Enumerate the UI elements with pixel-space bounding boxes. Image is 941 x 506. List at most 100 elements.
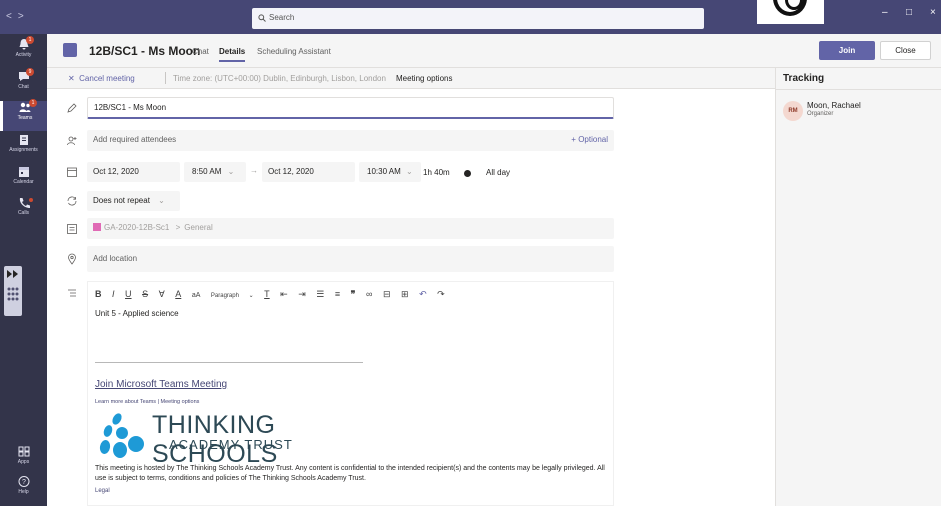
rail-item-chat[interactable]: 9 Chat (0, 68, 47, 100)
quote-icon[interactable]: ❞ (351, 289, 356, 300)
attendees-input[interactable]: Add required attendees + Optional (87, 130, 614, 151)
bullet-list-icon[interactable]: ☰ (316, 289, 324, 300)
font-size-icon[interactable]: aA (192, 292, 201, 299)
channel-select[interactable]: GA-2020-12B-Sc1 > General (87, 218, 614, 239)
italic-icon[interactable]: I (112, 289, 115, 299)
attendee-role: Organizer (807, 111, 834, 117)
arrow-right-icon: → (250, 166, 258, 175)
app-rail: 1 Activity 9 Chat 1 Teams Assignments Ca… (0, 34, 47, 506)
divider (95, 362, 363, 363)
table-icon[interactable]: ⊞ (401, 289, 409, 300)
meeting-options-link[interactable]: Meeting options (161, 399, 200, 405)
start-date-picker[interactable]: Oct 12, 2020 (87, 162, 180, 182)
repeat-select[interactable]: Does not repeat ⌄ (87, 191, 180, 211)
outdent-icon[interactable]: ⇤ (280, 289, 288, 300)
bold-icon[interactable]: B (95, 289, 102, 299)
start-time-select[interactable]: 8:50 AM ⌄ (184, 162, 246, 182)
close-button[interactable]: Close (880, 41, 931, 60)
indent-icon[interactable]: ⇥ (298, 289, 306, 300)
back-icon[interactable]: < (6, 11, 18, 22)
cancel-meeting-label: Cancel meeting (79, 74, 135, 83)
all-day-toggle[interactable] (463, 169, 480, 178)
logo-mark-icon (99, 413, 144, 458)
search-placeholder: Search (269, 13, 295, 22)
rail-item-help[interactable]: ? Help (0, 475, 47, 505)
pencil-icon (67, 103, 77, 113)
description-icon (68, 289, 76, 297)
rail-item-calls[interactable]: Calls (0, 196, 47, 226)
tracking-panel: Tracking RM Moon, Rachael Organizer (775, 68, 941, 506)
minimize-icon[interactable]: – (882, 7, 888, 18)
cancel-meeting-button[interactable]: ✕ Cancel meeting (68, 74, 135, 83)
logo-subtitle: ACADEMY TRUST (169, 437, 293, 452)
timezone-link[interactable]: Time zone: (UTC+00:00) Dublin, Edinburgh… (173, 74, 386, 83)
title-input[interactable]: 12B/SC1 - Ms Moon (87, 97, 614, 119)
forward-icon[interactable]: > (18, 11, 30, 22)
clear-format-icon[interactable]: T (264, 289, 270, 299)
divider (776, 89, 941, 90)
history-nav: <> (6, 11, 30, 22)
location-icon (68, 253, 76, 265)
chat-badge: 9 (26, 68, 34, 76)
floating-toolbar[interactable] (4, 266, 22, 316)
divider (165, 72, 166, 84)
undo-icon[interactable]: ↶ (419, 289, 427, 300)
learn-more-link[interactable]: Learn more about Teams (95, 399, 156, 405)
add-person-icon (67, 136, 77, 146)
channel-name: General (184, 223, 213, 232)
learn-links: Learn more about Teams | Meeting options (95, 399, 200, 405)
meeting-actions-bar: ✕ Cancel meeting Time zone: (UTC+00:00) … (47, 68, 775, 89)
rail-label-apps: Apps (17, 459, 30, 465)
channel-team: GA-2020-12B-Sc1 (104, 223, 170, 232)
highlight-icon[interactable]: ∀ (159, 289, 165, 300)
keypad-icon[interactable] (4, 284, 22, 310)
attendees-placeholder: Add required attendees (93, 135, 177, 144)
rail-item-calendar[interactable]: Calendar (0, 165, 47, 195)
restore-icon[interactable]: □ (906, 7, 912, 18)
redo-icon[interactable]: ↷ (437, 289, 445, 300)
repeat-value: Does not repeat (93, 196, 150, 205)
calendar-icon (18, 167, 29, 177)
all-day-label: All day (486, 168, 511, 177)
expand-icon[interactable] (4, 266, 22, 282)
rail-item-activity[interactable]: 1 Activity (0, 36, 47, 68)
font-color-icon[interactable]: A (175, 289, 181, 299)
join-button[interactable]: Join (819, 41, 875, 60)
rail-label-calendar: Calendar (13, 179, 34, 185)
description-editor[interactable]: B I U S ∀ A aA Paragraph ⌄ T ⇤ ⇥ ☰ ≡ ❞ ∞… (87, 281, 614, 506)
attendee-name: Moon, Rachael (807, 101, 861, 110)
horizontal-rule-icon[interactable]: ⊟ (383, 289, 391, 300)
channel-icon (67, 224, 77, 234)
paragraph-select[interactable]: Paragraph ⌄ (211, 292, 254, 299)
teams-badge: 1 (29, 99, 37, 107)
strikethrough-icon[interactable]: S (142, 289, 148, 299)
disclaimer-text: This meeting is hosted by The Thinking S… (95, 465, 605, 482)
location-input[interactable]: Add location (87, 246, 614, 272)
join-teams-meeting-link[interactable]: Join Microsoft Teams Meeting (95, 379, 227, 390)
tab-details[interactable]: Details (219, 47, 246, 62)
link-icon[interactable]: ∞ (366, 289, 372, 299)
calendar-small-icon (67, 167, 77, 177)
paragraph-label: Paragraph (210, 293, 239, 299)
search-input[interactable]: Search (252, 8, 704, 29)
editor-toolbar: B I U S ∀ A aA Paragraph ⌄ T ⇤ ⇥ ☰ ≡ ❞ ∞… (95, 289, 453, 300)
rail-label-chat: Chat (18, 84, 29, 90)
end-date-picker[interactable]: Oct 12, 2020 (262, 162, 355, 182)
rail-item-teams[interactable]: 1 Teams (0, 99, 47, 131)
rail-item-apps[interactable]: Apps (0, 445, 47, 475)
chevron-down-icon: ⌄ (227, 167, 235, 176)
end-time-select[interactable]: 10:30 AM ⌄ (359, 162, 421, 182)
description-text: Unit 5 - Applied science (95, 309, 179, 318)
optional-attendees-button[interactable]: + Optional (571, 130, 608, 150)
tab-scheduling-assistant[interactable]: Scheduling Assistant (257, 47, 331, 56)
tab-chat[interactable]: Chat (192, 47, 209, 56)
rail-item-assignments[interactable]: Assignments (0, 133, 47, 163)
close-icon: ✕ (68, 74, 75, 83)
meeting-app-icon (63, 43, 77, 57)
meeting-options-button[interactable]: Meeting options (396, 74, 452, 83)
numbered-list-icon[interactable]: ≡ (335, 289, 340, 299)
legal-link[interactable]: Legal (95, 488, 110, 494)
close-window-icon[interactable]: × (930, 7, 936, 18)
rail-label-assignments: Assignments (9, 147, 38, 153)
underline-icon[interactable]: U (125, 289, 132, 299)
